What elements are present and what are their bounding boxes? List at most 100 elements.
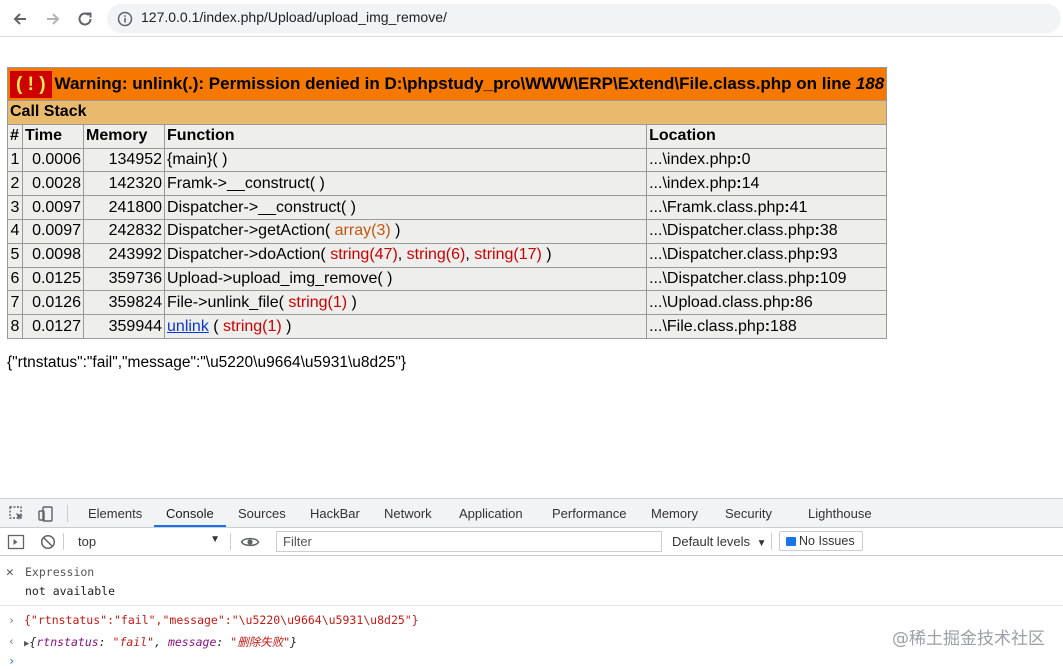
cell-memory: 243992 [82,242,166,268]
device-toolbar-icon[interactable] [37,505,55,523]
reload-icon [78,12,92,26]
location-line: 41 [789,198,808,216]
warning-line: 188 [855,73,885,93]
toolbar-separator [230,533,231,550]
cell-memory: 134952 [82,147,166,173]
location-path: ...\Dispatcher.class.php [649,246,815,264]
caret-down-icon: ▼ [210,534,220,545]
live-expression-label[interactable]: Expression [25,565,94,579]
console-object-preview[interactable]: ▶{rtnstatus: "fail", message: "删除失败"} [24,634,297,650]
tab-console[interactable]: Console [154,499,226,527]
table-row: 7 0.0126 359824 File->unlink_file( string(1… [7,290,888,316]
function-arg[interactable]: string(17) [474,246,542,263]
toolbar-separator [63,533,64,550]
tab-performance[interactable]: Performance [552,499,626,527]
function-close: ) [281,317,292,335]
tab-lighthouse[interactable]: Lighthouse [808,499,872,527]
cell-location: ...\index.php:0 [646,147,888,173]
log-levels-label: Default levels [672,534,751,549]
input-chevron-icon: › [8,613,15,627]
function-arg[interactable]: string(1) [223,318,282,335]
cell-location: ...\Dispatcher.class.php:38 [646,218,888,244]
location-line: 109 [819,269,847,287]
obj-value-rtnstatus: "fail" [112,635,155,649]
tab-application[interactable]: Application [459,499,523,527]
log-levels-dropdown[interactable]: Default levels ▼ [672,531,767,552]
col-header-index: # [7,123,23,149]
context-selector[interactable]: top ▼ [70,531,224,552]
cell-function: Framk->__construct( ) [164,171,648,197]
location-line: 188 [770,317,797,335]
cell-memory: 359736 [82,266,166,292]
location-path: ...\Dispatcher.class.php [649,269,815,287]
table-row: 3 0.0097 241800 Dispatcher->__construct( ).… [7,195,888,220]
devtools-tabbar: Elements Console Sources HackBar Network Appl… [0,499,1063,528]
cell-function: Upload->upload_img_remove( ) [164,266,648,292]
function-name: Framk->__construct( ) [167,174,325,192]
address-bar[interactable]: 127.0.0.1/index.php/Upload/upload_img_re… [107,4,1061,33]
function-name: File->unlink_file( [167,293,289,311]
console-toolbar: top ▼ Default levels ▼ No Issues [0,528,1063,556]
filter-input[interactable] [277,532,661,551]
info-icon[interactable] [117,11,133,27]
call-stack-title: Call Stack [6,100,888,125]
forward-button[interactable] [40,6,66,32]
toolbar-separator [771,533,772,550]
cell-location: ...\Upload.class.php:86 [646,290,888,316]
table-row: 2 0.0028 142320 Framk->__construct( ) ...\in… [7,171,888,197]
inspect-element-icon[interactable] [8,505,26,523]
reload-button[interactable] [72,6,98,32]
tab-hackbar[interactable]: HackBar [310,499,360,527]
col-header-function: Function [164,123,648,149]
obj-key-rtnstatus: rtnstatus [36,635,99,649]
obj-value-message: "删除失败" [230,635,291,649]
console-log-string[interactable]: {"rtnstatus":"fail","message":"\u5220\u9… [24,613,419,627]
location-path: ...\index.php [649,150,737,168]
arrow-left-icon [13,13,26,25]
issues-button[interactable]: No Issues [779,531,863,551]
clear-console-icon[interactable] [39,533,57,551]
warning-text: Warning: unlink(.): Permission denied in… [54,73,852,93]
cell-location: ...\Framk.class.php:41 [646,195,888,220]
function-arg[interactable]: string(6) [407,246,466,263]
location-line: 0 [741,150,751,168]
cell-function: {main}( ) [164,147,648,173]
location-line: 86 [794,293,813,311]
table-row: 4 0.0097 242832 Dispatcher->getAction( arra… [7,218,888,244]
function-close: ) [390,222,401,240]
tab-sources[interactable]: Sources [238,499,286,527]
function-name: ( [208,317,224,335]
function-name: Dispatcher->getAction( [167,222,335,240]
prompt-chevron-icon: › [8,654,16,668]
eye-icon[interactable] [240,533,260,551]
close-icon[interactable]: ✕ [6,565,14,580]
cell-time: 0.0028 [22,171,84,197]
live-expression-value: not available [25,584,116,598]
col-header-memory: Memory [82,123,166,149]
function-link[interactable]: unlink [167,318,209,335]
cell-time: 0.0098 [22,242,84,268]
function-name: Upload->upload_img_remove( ) [167,269,393,287]
filter-field[interactable] [276,531,662,552]
tab-network[interactable]: Network [384,499,432,527]
back-button[interactable] [7,6,33,32]
url-text[interactable]: 127.0.0.1/index.php/Upload/upload_img_re… [141,9,447,25]
call-stack-row: Call Stack [6,100,888,125]
function-arg[interactable]: string(1) [288,294,347,311]
json-response: {"rtnstatus":"fail","message":"\u5220\u9… [7,354,407,371]
function-name: {main}( ) [167,150,228,168]
location-path: ...\Upload.class.php [649,293,790,311]
cell-index: 1 [7,147,23,173]
location-path: ...\Framk.class.php [649,198,785,216]
browser-toolbar: 127.0.0.1/index.php/Upload/upload_img_re… [0,0,1063,37]
tab-elements[interactable]: Elements [88,499,142,527]
tab-memory[interactable]: Memory [651,499,698,527]
function-close: ) [347,293,357,311]
sidebar-toggle-icon[interactable] [7,533,25,551]
tab-security[interactable]: Security [725,499,772,527]
function-arg[interactable]: string(47) [330,246,398,263]
cell-index: 5 [7,242,23,268]
cell-time: 0.0125 [22,266,84,292]
function-arg[interactable]: array(3) [335,222,391,239]
arrow-right-icon [47,13,60,25]
